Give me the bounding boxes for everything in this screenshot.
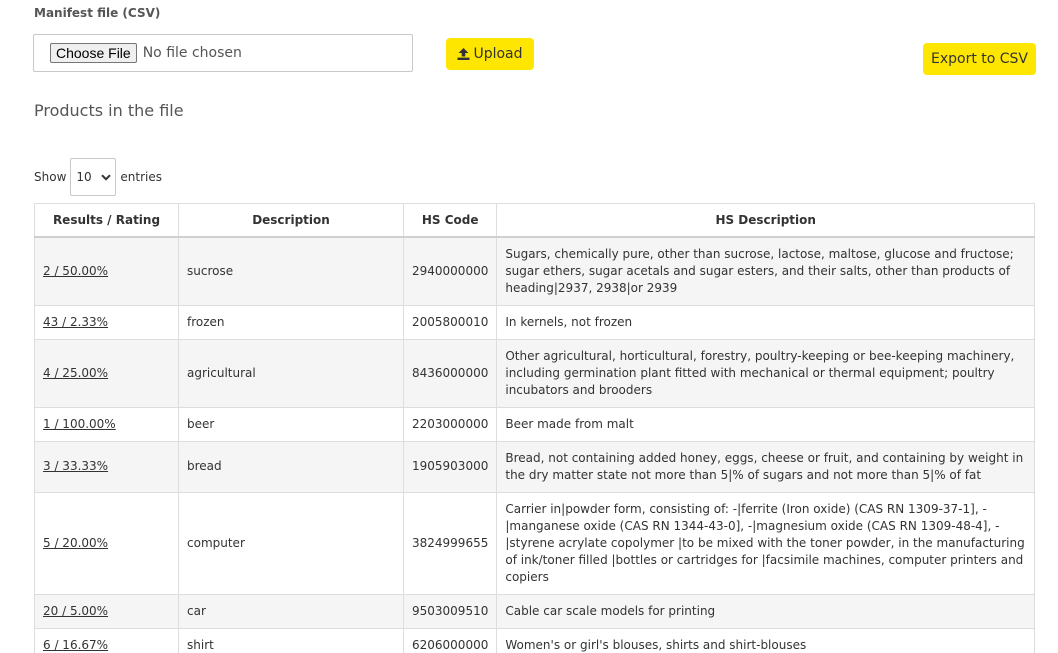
- header-hs-description[interactable]: HS Description: [496, 203, 1035, 238]
- rating-cell: 5 / 20.00%: [34, 491, 179, 595]
- entries-select-value: 10: [76, 170, 92, 184]
- table-row: 43 / 2.33% frozen 2005800010 In kernels,…: [34, 304, 1035, 340]
- file-status-text: No file chosen: [142, 45, 242, 61]
- description-cell: shirt: [178, 627, 404, 653]
- header-description[interactable]: Description: [178, 203, 404, 238]
- section-title: Products in the file: [34, 101, 184, 120]
- hs-code-cell: 1905903000: [402, 440, 498, 493]
- chevron-down-icon: [101, 173, 112, 181]
- manifest-page: Manifest file (CSV) Choose File No file …: [0, 0, 1058, 653]
- entries-suffix-label: entries: [120, 170, 162, 184]
- rating-link[interactable]: 1 / 100.00%: [43, 417, 116, 431]
- rating-cell: 1 / 100.00%: [34, 406, 179, 442]
- table-row: 6 / 16.67% shirt 6206000000 Women's or g…: [34, 627, 1035, 653]
- hs-code-cell: 2203000000: [402, 406, 498, 442]
- table-row: 5 / 20.00% computer 3824999655 Carrier i…: [34, 491, 1035, 595]
- hs-code-cell: 8436000000: [402, 338, 498, 408]
- description-cell: computer: [178, 491, 404, 595]
- rating-cell: 43 / 2.33%: [34, 304, 179, 340]
- hs-code-cell: 2005800010: [402, 304, 498, 340]
- hs-code-cell: 9503009510: [402, 593, 498, 629]
- description-cell: frozen: [178, 304, 404, 340]
- description-cell: agricultural: [178, 338, 404, 408]
- hs-description-cell: Cable car scale models for printing: [496, 593, 1035, 629]
- rating-cell: 4 / 25.00%: [34, 338, 179, 408]
- description-cell: bread: [178, 440, 404, 493]
- description-cell: sucrose: [178, 236, 404, 306]
- rating-cell: 20 / 5.00%: [34, 593, 179, 629]
- hs-description-cell: Beer made from malt: [496, 406, 1035, 442]
- rating-link[interactable]: 2 / 50.00%: [43, 264, 108, 278]
- file-input[interactable]: Choose File No file chosen: [33, 34, 413, 72]
- table-row: 4 / 25.00% agricultural 8436000000 Other…: [34, 338, 1035, 408]
- table-header-row: Results / Rating Description HS Code HS …: [34, 203, 1035, 238]
- hs-description-cell: Other agricultural, horticultural, fores…: [496, 338, 1035, 408]
- rating-link[interactable]: 4 / 25.00%: [43, 366, 108, 380]
- hs-code-cell: 2940000000: [402, 236, 498, 306]
- rating-link[interactable]: 43 / 2.33%: [43, 315, 108, 329]
- upload-button[interactable]: Upload: [446, 38, 534, 70]
- manifest-file-label: Manifest file (CSV): [34, 6, 161, 20]
- hs-description-cell: Women's or girl's blouses, shirts and sh…: [496, 627, 1035, 653]
- rating-cell: 3 / 33.33%: [34, 440, 179, 493]
- hs-description-cell: Bread, not containing added honey, eggs,…: [496, 440, 1035, 493]
- hs-code-cell: 3824999655: [402, 491, 498, 595]
- table-row: 3 / 33.33% bread 1905903000 Bread, not c…: [34, 440, 1035, 493]
- show-label: Show: [34, 170, 67, 184]
- rating-cell: 2 / 50.00%: [34, 236, 179, 306]
- entries-select[interactable]: 10: [70, 158, 117, 196]
- table-row: 1 / 100.00% beer 2203000000 Beer made fr…: [34, 406, 1035, 442]
- rating-cell: 6 / 16.67%: [34, 627, 179, 653]
- hs-description-cell: Carrier in|powder form, consisting of: -…: [496, 491, 1035, 595]
- choose-file-button[interactable]: Choose File: [50, 43, 137, 63]
- rating-link[interactable]: 20 / 5.00%: [43, 604, 108, 618]
- rating-link[interactable]: 6 / 16.67%: [43, 638, 108, 652]
- hs-description-cell: In kernels, not frozen: [496, 304, 1035, 340]
- table-row: 20 / 5.00% car 9503009510 Cable car scal…: [34, 593, 1035, 629]
- upload-icon: [457, 48, 470, 60]
- header-results-rating[interactable]: Results / Rating: [34, 203, 179, 238]
- hs-description-cell: Sugars, chemically pure, other than sucr…: [496, 236, 1035, 306]
- rating-link[interactable]: 3 / 33.33%: [43, 459, 108, 473]
- products-table: Results / Rating Description HS Code HS …: [34, 203, 1035, 653]
- hs-code-cell: 6206000000: [402, 627, 498, 653]
- export-csv-button[interactable]: Export to CSV: [923, 43, 1036, 75]
- upload-button-label: Upload: [473, 46, 523, 62]
- header-hs-code[interactable]: HS Code: [402, 203, 498, 238]
- rating-link[interactable]: 5 / 20.00%: [43, 536, 108, 550]
- description-cell: car: [178, 593, 404, 629]
- description-cell: beer: [178, 406, 404, 442]
- table-row: 2 / 50.00% sucrose 2940000000 Sugars, ch…: [34, 236, 1035, 306]
- entries-length-control: Show 10 entries: [34, 158, 162, 196]
